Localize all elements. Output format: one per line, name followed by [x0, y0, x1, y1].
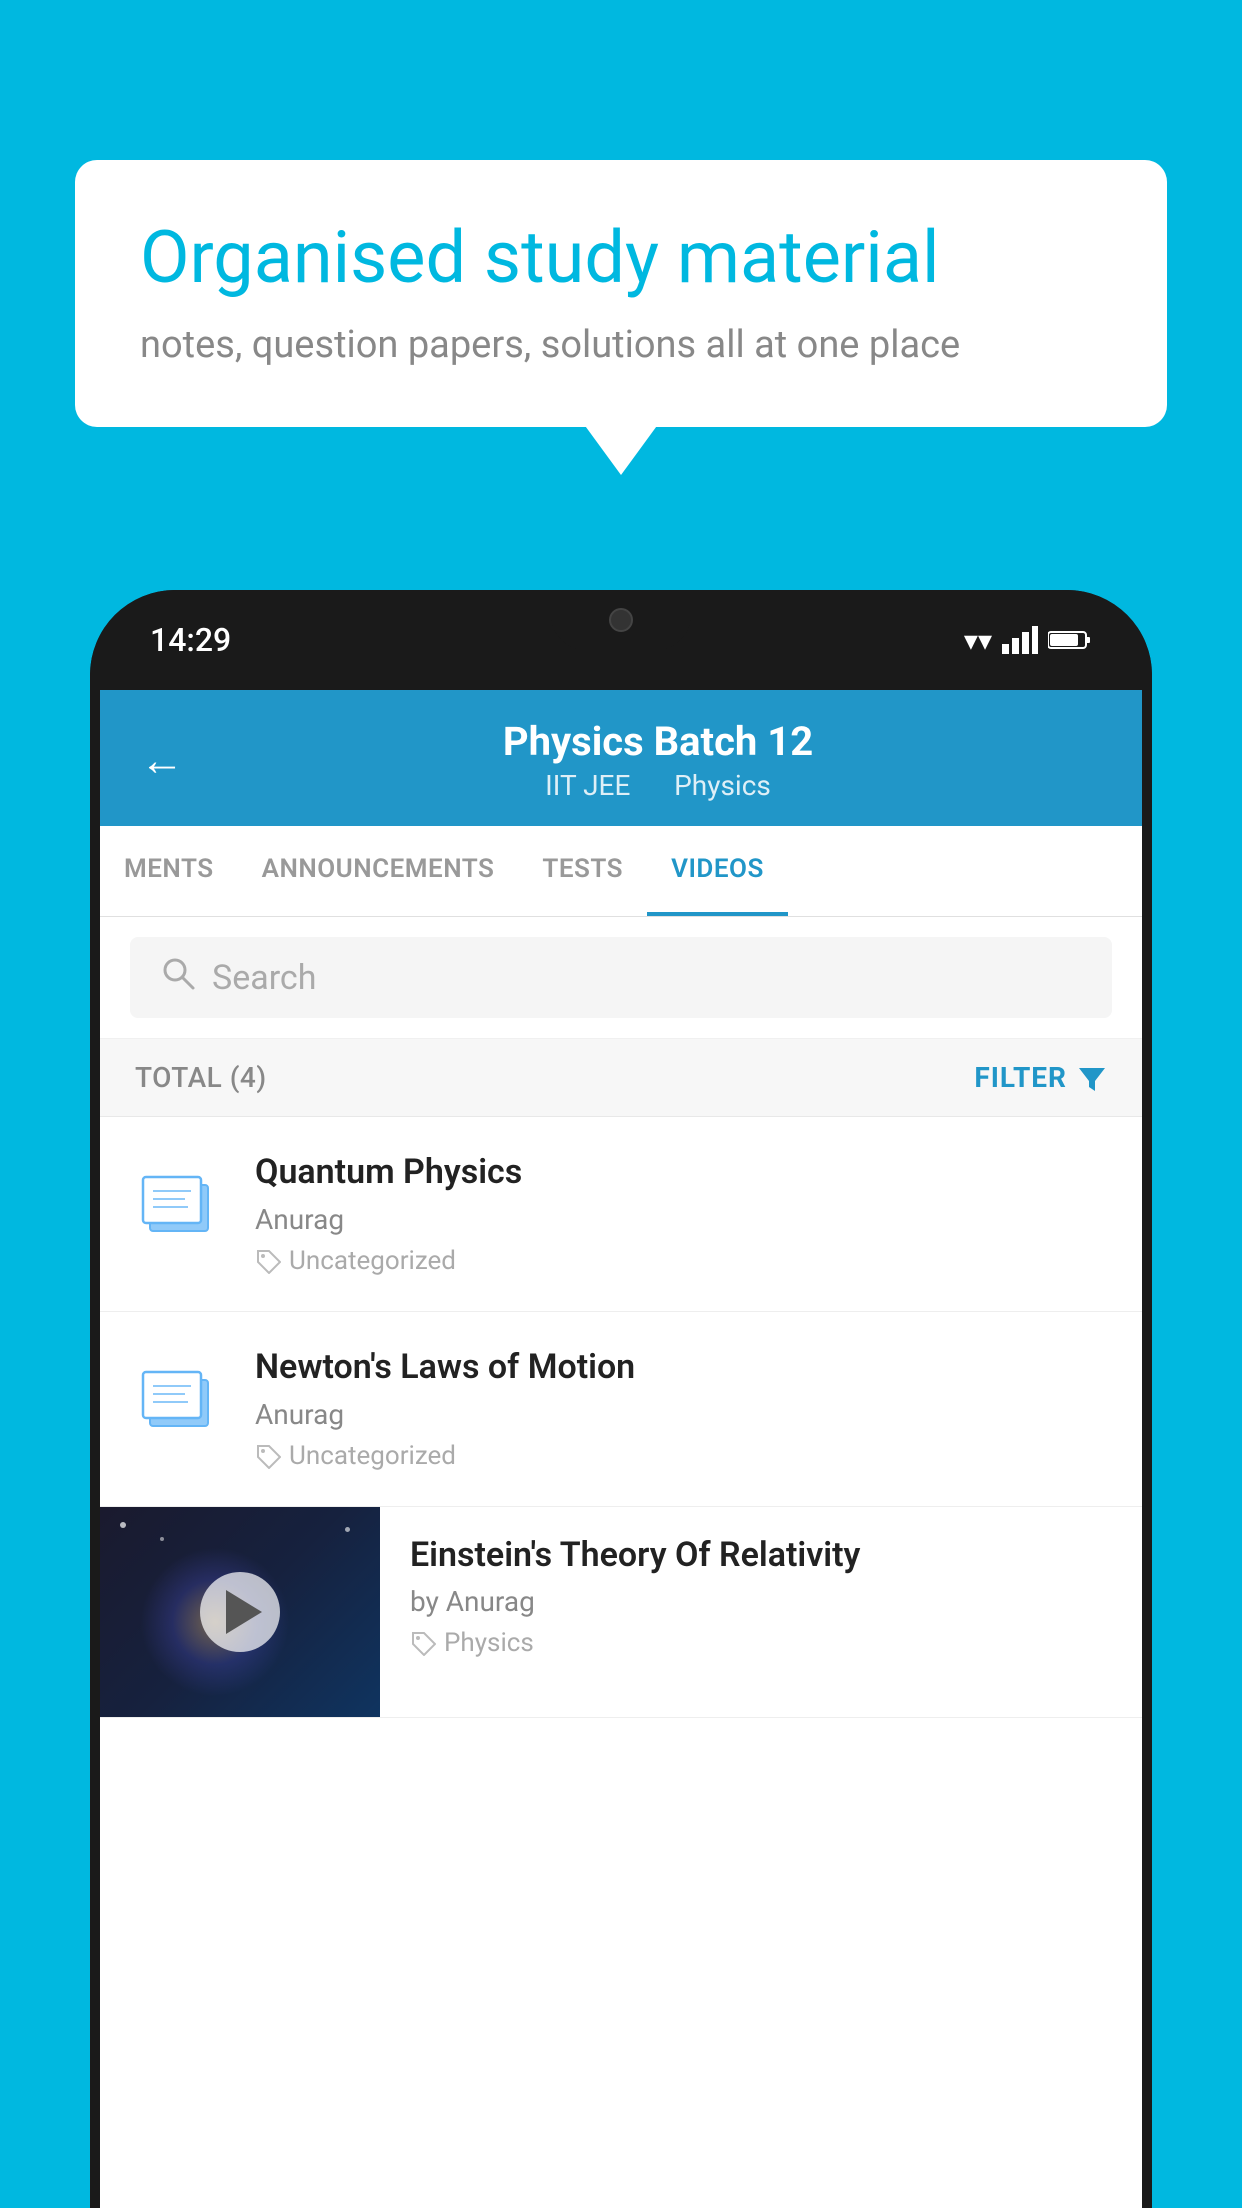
subtitle-part2: Physics — [674, 769, 771, 802]
tag-icon — [410, 1630, 436, 1656]
tab-videos[interactable]: VIDEOS — [647, 826, 788, 916]
item-details: Quantum Physics Anurag Uncategorized — [255, 1152, 1107, 1276]
batch-subtitle: IIT JEE Physics — [214, 769, 1102, 802]
item-title: Einstein's Theory Of Relativity — [410, 1535, 1112, 1576]
batch-title: Physics Batch 12 — [214, 718, 1102, 765]
notch — [551, 590, 691, 650]
search-bar[interactable]: Search — [130, 937, 1112, 1018]
phone-frame: 14:29 ▾▾ ← Phy — [90, 590, 1152, 2208]
bubble-subtitle: notes, question papers, solutions all at… — [140, 323, 1102, 367]
tab-tests[interactable]: TESTS — [518, 826, 647, 916]
speech-bubble: Organised study material notes, question… — [75, 160, 1167, 427]
app-header: ← Physics Batch 12 IIT JEE Physics — [100, 690, 1142, 826]
video-thumbnail[interactable] — [100, 1507, 380, 1717]
tag-icon — [255, 1443, 281, 1469]
list-item[interactable]: Newton's Laws of Motion Anurag Uncategor… — [100, 1312, 1142, 1507]
search-container: Search — [100, 917, 1142, 1039]
list-item[interactable]: Einstein's Theory Of Relativity by Anura… — [100, 1507, 1142, 1718]
battery-icon — [1048, 629, 1092, 651]
filter-icon — [1077, 1063, 1107, 1093]
back-button[interactable]: ← — [140, 734, 184, 786]
search-input[interactable]: Search — [212, 958, 316, 998]
item-tag: Physics — [410, 1628, 1112, 1658]
folder-icon — [135, 1352, 225, 1452]
search-icon — [160, 955, 196, 1000]
item-title: Quantum Physics — [255, 1152, 1107, 1193]
tab-ments[interactable]: MENTS — [100, 826, 238, 916]
item-tag: Uncategorized — [255, 1441, 1107, 1471]
wifi-icon: ▾▾ — [964, 624, 992, 657]
status-icons: ▾▾ — [964, 624, 1092, 657]
item-author: by Anurag — [410, 1585, 1112, 1618]
play-icon — [226, 1590, 262, 1634]
filter-button[interactable]: FILTER — [974, 1061, 1107, 1094]
list-item[interactable]: Quantum Physics Anurag Uncategorized — [100, 1117, 1142, 1312]
item-title: Newton's Laws of Motion — [255, 1347, 1107, 1388]
tab-announcements[interactable]: ANNOUNCEMENTS — [238, 826, 519, 916]
header-center: Physics Batch 12 IIT JEE Physics — [214, 718, 1102, 802]
status-bar: 14:29 ▾▾ — [90, 590, 1152, 690]
bubble-title: Organised study material — [140, 215, 1102, 301]
phone-screen: ← Physics Batch 12 IIT JEE Physics MENTS… — [100, 690, 1142, 2208]
filter-bar: TOTAL (4) FILTER — [100, 1039, 1142, 1117]
item-details: Einstein's Theory Of Relativity by Anura… — [380, 1507, 1142, 1687]
item-details: Newton's Laws of Motion Anurag Uncategor… — [255, 1347, 1107, 1471]
clock: 14:29 — [150, 621, 231, 659]
total-count: TOTAL (4) — [135, 1061, 267, 1094]
tab-bar: MENTS ANNOUNCEMENTS TESTS VIDEOS — [100, 826, 1142, 917]
play-button[interactable] — [200, 1572, 280, 1652]
camera — [609, 608, 633, 632]
item-author: Anurag — [255, 1203, 1107, 1236]
item-author: Anurag — [255, 1398, 1107, 1431]
filter-label: FILTER — [974, 1061, 1067, 1094]
tag-icon — [255, 1248, 281, 1274]
subtitle-part1: IIT JEE — [545, 769, 630, 802]
video-list: Quantum Physics Anurag Uncategorized — [100, 1117, 1142, 1718]
signal-icon — [1002, 626, 1038, 654]
folder-icon — [135, 1157, 225, 1257]
item-tag: Uncategorized — [255, 1246, 1107, 1276]
